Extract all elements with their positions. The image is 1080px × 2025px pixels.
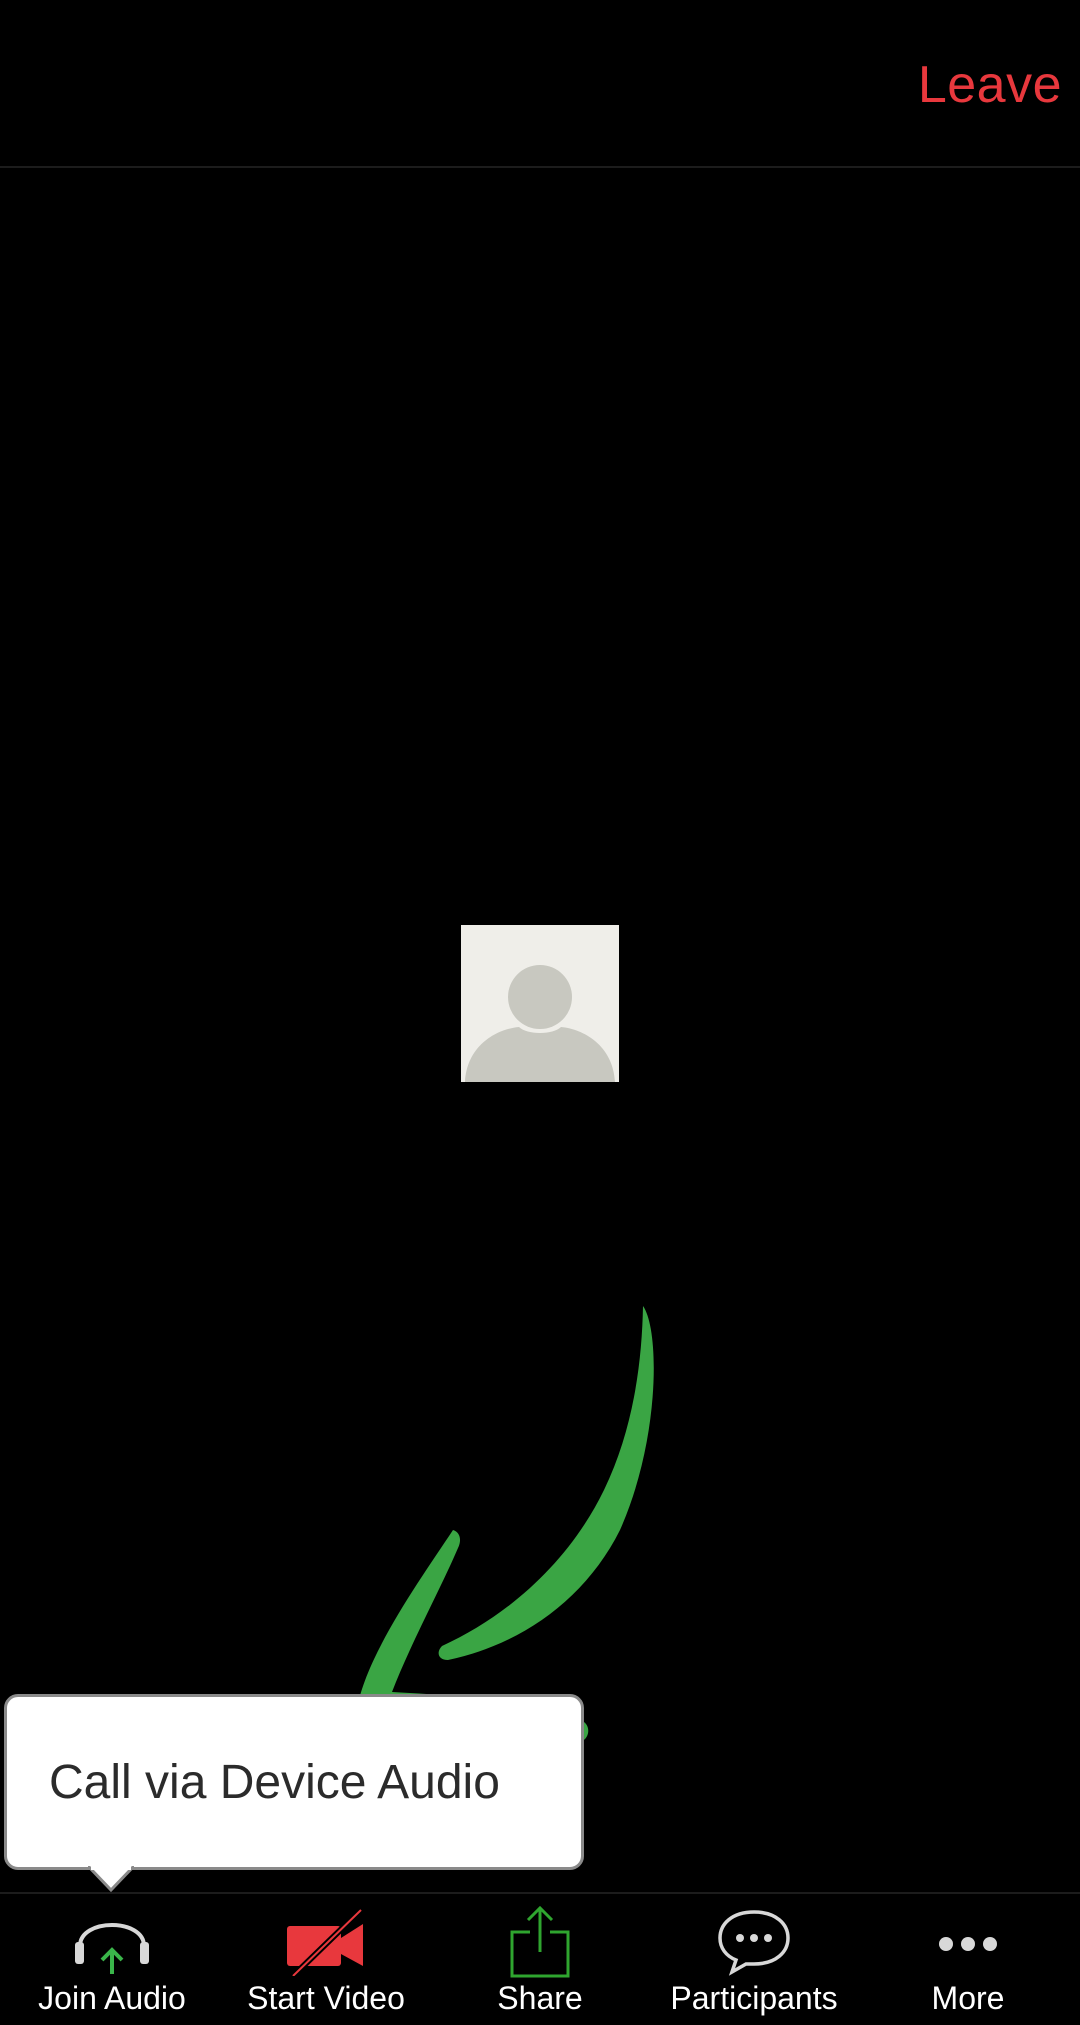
video-off-icon: [287, 1907, 364, 1976]
audio-tooltip[interactable]: Call via Device Audio: [4, 1694, 584, 1870]
share-icon: [510, 1905, 570, 1978]
chat-bubble-icon: [718, 1910, 790, 1976]
leave-button[interactable]: Leave: [918, 52, 1062, 118]
user-silhouette-icon: [461, 925, 619, 1082]
join-audio-button[interactable]: Join Audio: [4, 1894, 220, 2025]
top-bar: Leave: [0, 0, 1080, 168]
share-button[interactable]: Share: [432, 1894, 648, 2025]
tooltip-text: Call via Device Audio: [49, 1756, 500, 1809]
meeting-toolbar: Join Audio Start Video Share Participant…: [0, 1892, 1080, 2025]
share-label: Share: [497, 1980, 583, 2016]
participants-label: Participants: [670, 1980, 838, 2016]
participant-avatar: [461, 925, 619, 1082]
start-video-button[interactable]: Start Video: [218, 1894, 434, 2025]
start-video-label: Start Video: [247, 1980, 405, 2016]
more-dots-icon: [939, 1937, 997, 1951]
tooltip-pointer: [88, 1866, 134, 1892]
meeting-screen: Leave Call via Device Audio Join Audio S…: [0, 0, 1080, 2025]
headphones-icon: [75, 1923, 149, 1974]
more-button[interactable]: More: [860, 1894, 1076, 2025]
join-audio-label: Join Audio: [38, 1980, 186, 2016]
more-label: More: [931, 1980, 1005, 2016]
participants-button[interactable]: Participants: [646, 1894, 862, 2025]
